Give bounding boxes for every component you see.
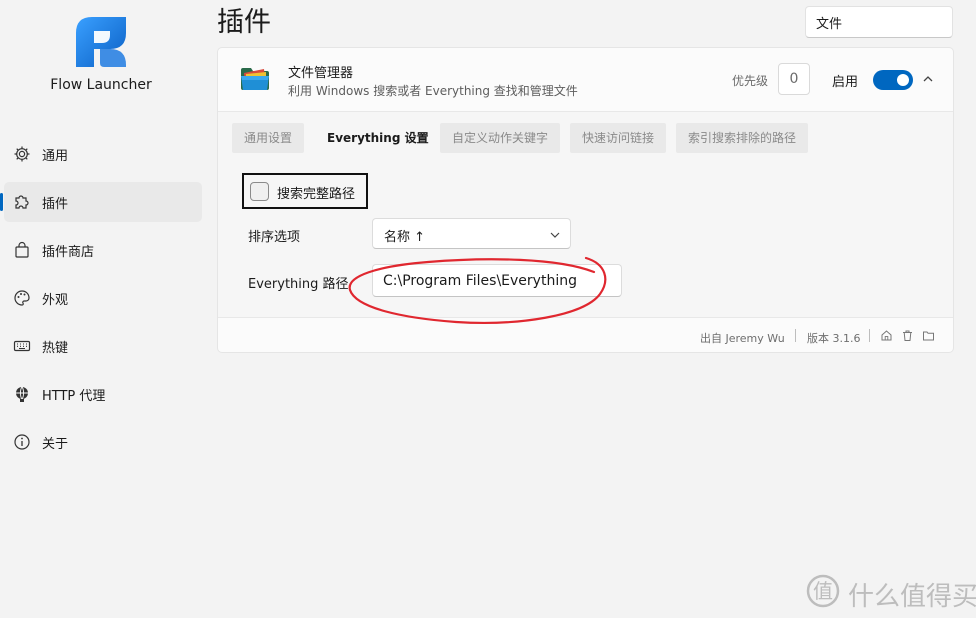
search-full-path-label: 搜索完整路径: [277, 187, 356, 202]
tab-index-excluded-paths[interactable]: 索引搜索排除的路径: [676, 123, 809, 153]
plugin-name: 文件管理器: [288, 66, 354, 81]
page-title: 插件: [217, 7, 271, 38]
delete-icon[interactable]: [901, 329, 914, 342]
sidebar-item-label: 关于: [42, 436, 69, 452]
folder-open-icon[interactable]: [922, 329, 935, 342]
sort-option-dropdown[interactable]: 名称 ↑: [372, 218, 571, 249]
puzzle-icon: [13, 193, 31, 211]
enable-label: 启用: [832, 75, 859, 90]
store-bag-icon: [13, 241, 31, 259]
sort-option-label: 排序选项: [248, 230, 301, 245]
sidebar-item-http-proxy[interactable]: HTTP 代理: [4, 374, 202, 414]
plugin-card-header[interactable]: 文件管理器 利用 Windows 搜索或者 Everything 查找和管理文件…: [218, 48, 953, 112]
sidebar: Flow Launcher 通用 插件 插件商店 外观 热键 HTTP 代理 关…: [0, 0, 210, 618]
sidebar-item-hotkeys[interactable]: 热键: [4, 326, 202, 366]
everything-path-input[interactable]: [372, 264, 622, 297]
checkbox-box: [250, 182, 269, 201]
sidebar-item-about[interactable]: 关于: [4, 422, 202, 462]
info-icon: [13, 433, 31, 451]
folder-icon: [241, 68, 269, 90]
tab-general-settings[interactable]: 通用设置: [232, 123, 305, 153]
tab-custom-action-keywords[interactable]: 自定义动作关键字: [440, 123, 561, 153]
smzdm-watermark: 值 什么值得买: [806, 574, 976, 612]
plugin-version: 版本 3.1.6: [807, 332, 861, 345]
divider: [795, 329, 796, 342]
gear-icon: [13, 145, 31, 163]
plugin-card: 文件管理器 利用 Windows 搜索或者 Everything 查找和管理文件…: [217, 47, 954, 353]
enable-toggle[interactable]: [873, 70, 913, 90]
tab-everything-settings[interactable]: Everything 设置: [315, 123, 441, 153]
plugin-settings-panel: 通用设置 Everything 设置 自定义动作关键字 快速访问链接 索引搜索排…: [218, 112, 953, 324]
sidebar-item-label: 通用: [42, 148, 69, 164]
flow-launcher-logo: [76, 17, 126, 67]
priority-input[interactable]: 0: [778, 63, 810, 95]
chevron-down-icon: [550, 232, 560, 238]
tab-quick-access-links[interactable]: 快速访问链接: [570, 123, 667, 153]
watermark-text: 什么值得买: [848, 582, 976, 612]
sidebar-item-general[interactable]: 通用: [4, 134, 202, 174]
sidebar-item-plugin-store[interactable]: 插件商店: [4, 230, 202, 270]
sidebar-item-label: 插件: [42, 196, 69, 212]
app-name: Flow Launcher: [50, 77, 152, 93]
watermark-logo: 值: [806, 574, 840, 608]
home-icon[interactable]: [880, 329, 893, 342]
plugin-description: 利用 Windows 搜索或者 Everything 查找和管理文件: [288, 84, 578, 98]
sort-option-value: 名称 ↑: [384, 230, 426, 245]
sidebar-item-appearance[interactable]: 外观: [4, 278, 202, 318]
plugin-card-footer: 出自 Jeremy Wu 版本 3.1.6: [218, 318, 953, 352]
sidebar-item-label: 外观: [42, 292, 69, 308]
palette-icon: [13, 289, 31, 307]
globe-network-icon: [13, 385, 31, 403]
active-indicator: [0, 193, 3, 211]
plugin-author: 出自 Jeremy Wu: [700, 332, 785, 345]
plugin-search-input[interactable]: [805, 6, 953, 38]
priority-label: 优先级: [732, 74, 769, 88]
search-full-path-checkbox[interactable]: 搜索完整路径: [242, 173, 368, 209]
sidebar-item-plugins[interactable]: 插件: [0, 182, 202, 222]
sidebar-item-label: 插件商店: [42, 244, 95, 260]
chevron-up-icon[interactable]: [921, 72, 935, 86]
svg-text:值: 值: [813, 579, 833, 603]
toggle-knob: [897, 74, 909, 86]
everything-path-label: Everything 路径: [248, 277, 349, 292]
sidebar-item-label: HTTP 代理: [42, 388, 106, 404]
sidebar-item-label: 热键: [42, 340, 69, 356]
keyboard-icon: [13, 337, 31, 355]
divider: [869, 329, 870, 342]
